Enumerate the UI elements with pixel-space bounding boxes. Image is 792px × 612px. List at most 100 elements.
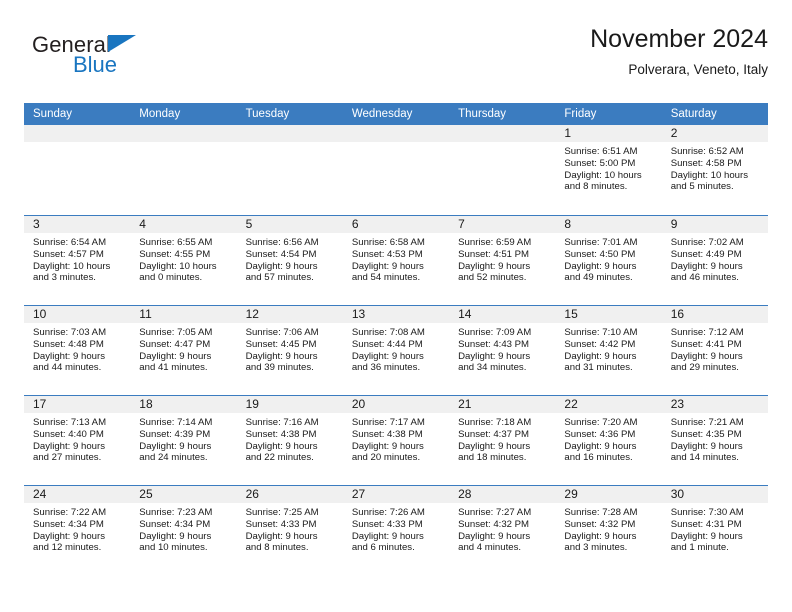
day-info-line: Sunset: 4:37 PM	[458, 428, 530, 440]
day-info-line: Sunrise: 6:52 AM	[670, 146, 744, 157]
day-info-line: and 27 minutes.	[33, 452, 102, 464]
day-sun-info: Sunrise: 7:18 AM Sunset: 4:37 PM Daylight:…	[449, 413, 555, 464]
day-info-line: and 6 minutes.	[351, 542, 415, 554]
calendar-day-cell[interactable]: 18 Sunrise: 7:14 AM Sunset: 4:39 PM Dayligh…	[130, 396, 237, 485]
day-info-line: Sunrise: 7:12 AM	[670, 327, 744, 338]
day-info-line: Daylight: 9 hours	[564, 440, 637, 452]
day-info-line: Sunset: 4:53 PM	[351, 248, 423, 260]
page-title: November 2024	[590, 25, 768, 53]
calendar-day-cell[interactable]: 13 Sunrise: 7:08 AM Sunset: 4:44 PM Dayligh…	[342, 306, 450, 395]
day-info-line: Sunrise: 7:05 AM	[139, 327, 213, 338]
day-number	[24, 125, 131, 142]
weekday-header-thursday: Thursday	[458, 108, 507, 120]
day-number	[449, 125, 556, 142]
day-number: 29	[555, 486, 662, 503]
calendar-day-cell[interactable]: 21 Sunrise: 7:18 AM Sunset: 4:37 PM Dayligh…	[449, 396, 556, 485]
day-info-line: Sunset: 4:47 PM	[139, 338, 211, 350]
calendar-day-cell[interactable]: 11 Sunrise: 7:05 AM Sunset: 4:47 PM Dayligh…	[130, 306, 237, 395]
calendar-day-cell[interactable]: 7 Sunrise: 6:59 AM Sunset: 4:51 PM Daylight…	[449, 216, 556, 305]
page-subtitle: Polverara, Veneto, Italy	[628, 62, 768, 77]
day-info-line: Sunset: 4:31 PM	[670, 518, 742, 530]
day-info-line: Sunrise: 7:16 AM	[245, 417, 319, 428]
day-sun-info: Sunrise: 6:52 AM Sunset: 4:58 PM Daylight:…	[662, 142, 768, 193]
calendar-day-cell[interactable]: 28 Sunrise: 7:27 AM Sunset: 4:32 PM Dayligh…	[449, 486, 556, 575]
calendar-day-cell[interactable]: 30 Sunrise: 7:30 AM Sunset: 4:31 PM Dayligh…	[661, 486, 768, 575]
calendar-day-cell[interactable]: 14 Sunrise: 7:09 AM Sunset: 4:43 PM Dayligh…	[449, 306, 556, 395]
day-info-line: Sunset: 5:00 PM	[564, 157, 636, 169]
day-number: 11	[130, 306, 237, 323]
day-info-line: Sunset: 4:42 PM	[564, 338, 636, 350]
day-info-line: Sunrise: 6:56 AM	[245, 237, 319, 248]
calendar-grid: Sunday Monday Tuesday Wednesday Thursday Frid…	[24, 103, 768, 575]
calendar-day-cell[interactable]: 19 Sunrise: 7:16 AM Sunset: 4:38 PM Dayligh…	[236, 396, 343, 485]
calendar-day-cell[interactable]: 23 Sunrise: 7:21 AM Sunset: 4:35 PM Dayligh…	[661, 396, 768, 485]
day-info-line: Daylight: 9 hours	[670, 350, 743, 362]
calendar-day-cell[interactable]: 3 Sunrise: 6:54 AM Sunset: 4:57 PM Daylight…	[24, 216, 131, 305]
day-info-line: Sunrise: 7:27 AM	[458, 507, 532, 518]
day-info-line: Daylight: 9 hours	[139, 530, 212, 542]
calendar-week-row: 3 Sunrise: 6:54 AM Sunset: 4:57 PM Daylight…	[24, 215, 768, 305]
day-info-line: and 34 minutes.	[458, 362, 527, 374]
calendar-day-cell[interactable]: 2 Sunrise: 6:52 AM Sunset: 4:58 PM Daylight…	[661, 125, 768, 215]
page-header: General Blue November 2024 Polverara, Ve…	[24, 24, 768, 96]
day-number: 4	[130, 216, 237, 233]
calendar-day-cell[interactable]: 6 Sunrise: 6:58 AM Sunset: 4:53 PM Daylight…	[342, 216, 450, 305]
day-info-line: Sunrise: 7:10 AM	[564, 327, 638, 338]
calendar-day-cell[interactable]: 27 Sunrise: 7:26 AM Sunset: 4:33 PM Dayligh…	[342, 486, 450, 575]
day-info-line: Sunset: 4:49 PM	[670, 248, 742, 260]
day-number: 13	[342, 306, 450, 323]
calendar-day-cell[interactable]: 29 Sunrise: 7:28 AM Sunset: 4:32 PM Dayligh…	[555, 486, 662, 575]
day-info-line: Sunset: 4:44 PM	[351, 338, 423, 350]
day-number: 20	[342, 396, 450, 413]
day-sun-info: Sunrise: 7:30 AM Sunset: 4:31 PM Daylight:…	[662, 503, 768, 554]
calendar-day-cell[interactable]: 15 Sunrise: 7:10 AM Sunset: 4:42 PM Dayligh…	[555, 306, 662, 395]
calendar-day-cell[interactable]: 24 Sunrise: 7:22 AM Sunset: 4:34 PM Dayligh…	[24, 486, 131, 575]
day-info-line: and 36 minutes.	[351, 362, 421, 374]
calendar-day-cell[interactable]: 17 Sunrise: 7:13 AM Sunset: 4:40 PM Dayligh…	[24, 396, 131, 485]
calendar-day-cell[interactable]: 5 Sunrise: 6:56 AM Sunset: 4:54 PM Daylight…	[236, 216, 343, 305]
day-info-line: Sunrise: 7:23 AM	[139, 507, 213, 518]
calendar-day-cell[interactable]: 20 Sunrise: 7:17 AM Sunset: 4:38 PM Dayligh…	[342, 396, 450, 485]
day-number	[130, 125, 237, 142]
calendar-day-cell[interactable]: 10 Sunrise: 7:03 AM Sunset: 4:48 PM Dayligh…	[24, 306, 131, 395]
day-info-line: Sunset: 4:54 PM	[245, 248, 317, 260]
day-sun-info: Sunrise: 7:25 AM Sunset: 4:33 PM Daylight:…	[237, 503, 343, 554]
weekday-header-friday: Friday	[564, 108, 597, 120]
day-info-line: Daylight: 9 hours	[670, 530, 743, 542]
day-info-line: Daylight: 9 hours	[564, 260, 637, 272]
day-info-line: and 29 minutes.	[670, 362, 739, 374]
brand-logo[interactable]: General Blue	[32, 32, 212, 80]
day-sun-info: Sunrise: 7:06 AM Sunset: 4:45 PM Daylight:…	[237, 323, 343, 374]
day-sun-info: Sunrise: 7:09 AM Sunset: 4:43 PM Daylight:…	[449, 323, 555, 374]
day-info-line: Sunrise: 7:22 AM	[33, 507, 107, 518]
day-info-line: Daylight: 9 hours	[458, 440, 531, 452]
day-info-line: Daylight: 9 hours	[245, 260, 318, 272]
day-info-line: and 20 minutes.	[351, 452, 421, 464]
calendar-day-cell[interactable]: 4 Sunrise: 6:55 AM Sunset: 4:55 PM Daylight…	[130, 216, 237, 305]
day-sun-info: Sunrise: 7:17 AM Sunset: 4:38 PM Daylight:…	[343, 413, 449, 464]
day-info-line: Daylight: 9 hours	[351, 440, 424, 452]
day-number: 9	[661, 216, 768, 233]
calendar-day-cell[interactable]: 1 Sunrise: 6:51 AM Sunset: 5:00 PM Daylight…	[555, 125, 662, 215]
day-number: 8	[555, 216, 662, 233]
day-info-line: Sunset: 4:57 PM	[33, 248, 104, 260]
day-info-line: Sunset: 4:40 PM	[33, 428, 104, 440]
calendar-day-cell[interactable]: 22 Sunrise: 7:20 AM Sunset: 4:36 PM Dayligh…	[555, 396, 662, 485]
calendar-day-cell[interactable]: 16 Sunrise: 7:12 AM Sunset: 4:41 PM Dayligh…	[661, 306, 768, 395]
calendar-day-cell-empty	[342, 125, 450, 215]
day-info-line: Sunrise: 7:21 AM	[670, 417, 744, 428]
calendar-day-cell[interactable]: 12 Sunrise: 7:06 AM Sunset: 4:45 PM Dayligh…	[236, 306, 343, 395]
day-info-line: Sunset: 4:32 PM	[564, 518, 636, 530]
day-sun-info: Sunrise: 7:21 AM Sunset: 4:35 PM Daylight:…	[662, 413, 768, 464]
day-info-line: Daylight: 10 hours	[33, 260, 111, 272]
day-info-line: Sunset: 4:38 PM	[245, 428, 317, 440]
calendar-day-cell[interactable]: 9 Sunrise: 7:02 AM Sunset: 4:49 PM Daylight…	[661, 216, 768, 305]
day-info-line: and 22 minutes.	[245, 452, 314, 464]
calendar-day-cell[interactable]: 26 Sunrise: 7:25 AM Sunset: 4:33 PM Dayligh…	[236, 486, 343, 575]
day-sun-info: Sunrise: 7:14 AM Sunset: 4:39 PM Daylight:…	[130, 413, 236, 464]
calendar-day-cell[interactable]: 8 Sunrise: 7:01 AM Sunset: 4:50 PM Daylight…	[555, 216, 662, 305]
day-info-line: Sunrise: 7:28 AM	[564, 507, 638, 518]
day-info-line: and 0 minutes.	[139, 272, 203, 284]
day-sun-info: Sunrise: 7:20 AM Sunset: 4:36 PM Daylight:…	[555, 413, 661, 464]
calendar-day-cell[interactable]: 25 Sunrise: 7:23 AM Sunset: 4:34 PM Dayligh…	[130, 486, 237, 575]
